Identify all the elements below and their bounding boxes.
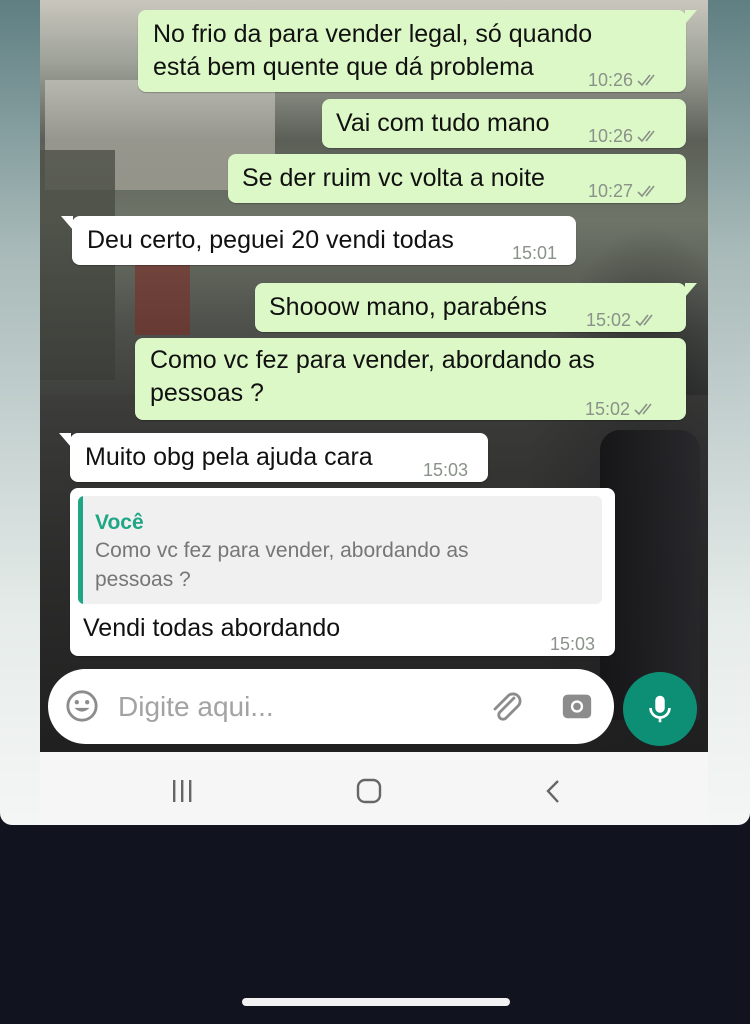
microphone-icon	[649, 695, 671, 723]
wallpaper-wall	[40, 150, 115, 380]
message-text: pessoas ?	[150, 379, 264, 407]
message-time: 15:02	[586, 310, 632, 330]
message-text: Vai com tudo mano	[336, 109, 550, 137]
double-check-icon	[637, 185, 655, 198]
message-meta: 15:02	[586, 304, 657, 337]
message-meta: 15:03	[423, 454, 468, 487]
message-meta: 10:27	[588, 175, 659, 208]
bubble-tail	[685, 283, 697, 297]
message-input[interactable]	[118, 687, 478, 727]
message-text: Muito obg pela ajuda cara	[85, 443, 373, 471]
message-text: está bem quente que dá problema	[153, 53, 534, 81]
message-outgoing[interactable]: Shooow mano, parabéns 15:02	[255, 283, 697, 332]
back-icon[interactable]	[540, 777, 570, 807]
recent-apps-icon[interactable]	[167, 777, 197, 807]
message-meta: 10:26	[588, 64, 659, 97]
message-time: 15:01	[512, 243, 558, 263]
camera-icon[interactable]	[560, 689, 594, 723]
message-text: Vendi todas abordando	[83, 614, 341, 642]
mic-button[interactable]	[623, 672, 697, 746]
quote-line: Como vc fez para vender, abordando as	[95, 539, 469, 562]
home-icon[interactable]	[354, 777, 384, 807]
message-incoming[interactable]: Muito obg pela ajuda cara 15:03	[59, 433, 488, 482]
bubble-tail	[61, 216, 73, 230]
paperclip-icon[interactable]	[488, 689, 524, 725]
wallpaper-door	[135, 255, 190, 335]
quote-text: Como vc fez para vender, abordando as pe…	[95, 536, 595, 594]
double-check-icon	[634, 403, 652, 416]
message-time: 10:26	[588, 70, 634, 90]
message-incoming[interactable]: Deu certo, peguei 20 vendi todas 15:01	[61, 216, 576, 265]
message-composer	[48, 669, 614, 744]
message-meta: 15:03	[550, 628, 595, 661]
message-meta: 15:01	[512, 237, 557, 270]
home-indicator[interactable]	[242, 998, 510, 1006]
bubble-tail	[685, 10, 697, 24]
bubble-tail	[59, 433, 71, 447]
message-time: 10:27	[588, 181, 634, 201]
message-text: Shooow mano, parabéns	[269, 293, 547, 321]
quote-line: pessoas ?	[95, 568, 191, 591]
double-check-icon	[635, 314, 653, 327]
navigation-bar	[40, 752, 708, 825]
double-check-icon	[637, 74, 655, 87]
double-check-icon	[637, 130, 655, 143]
message-incoming-reply[interactable]: Você Como vc fez para vender, abordando …	[70, 488, 615, 656]
message-time: 15:03	[550, 634, 596, 654]
message-text: Deu certo, peguei 20 vendi todas	[87, 226, 454, 254]
message-outgoing[interactable]: Como vc fez para vender, abordando as pe…	[135, 338, 686, 420]
message-text: Se der ruim vc volta a noite	[242, 164, 545, 192]
message-time: 15:03	[423, 460, 469, 480]
message-meta: 10:26	[588, 120, 659, 153]
emoji-icon[interactable]	[65, 689, 99, 723]
message-text: No frio da para vender legal, só quando	[153, 20, 593, 48]
message-outgoing[interactable]: Se der ruim vc volta a noite 10:27	[228, 154, 686, 203]
chat-screen: No frio da para vender legal, só quando …	[40, 0, 708, 825]
message-time: 10:26	[588, 126, 634, 146]
quote-bar	[78, 496, 83, 604]
quote-author: Você	[95, 511, 144, 534]
message-text: Como vc fez para vender, abordando as	[150, 346, 595, 374]
message-meta: 15:02	[585, 393, 656, 426]
message-time: 15:02	[585, 399, 631, 419]
quoted-message[interactable]: Você Como vc fez para vender, abordando …	[78, 496, 602, 604]
message-outgoing[interactable]: Vai com tudo mano 10:26	[322, 99, 686, 148]
message-outgoing[interactable]: No frio da para vender legal, só quando …	[138, 10, 697, 92]
